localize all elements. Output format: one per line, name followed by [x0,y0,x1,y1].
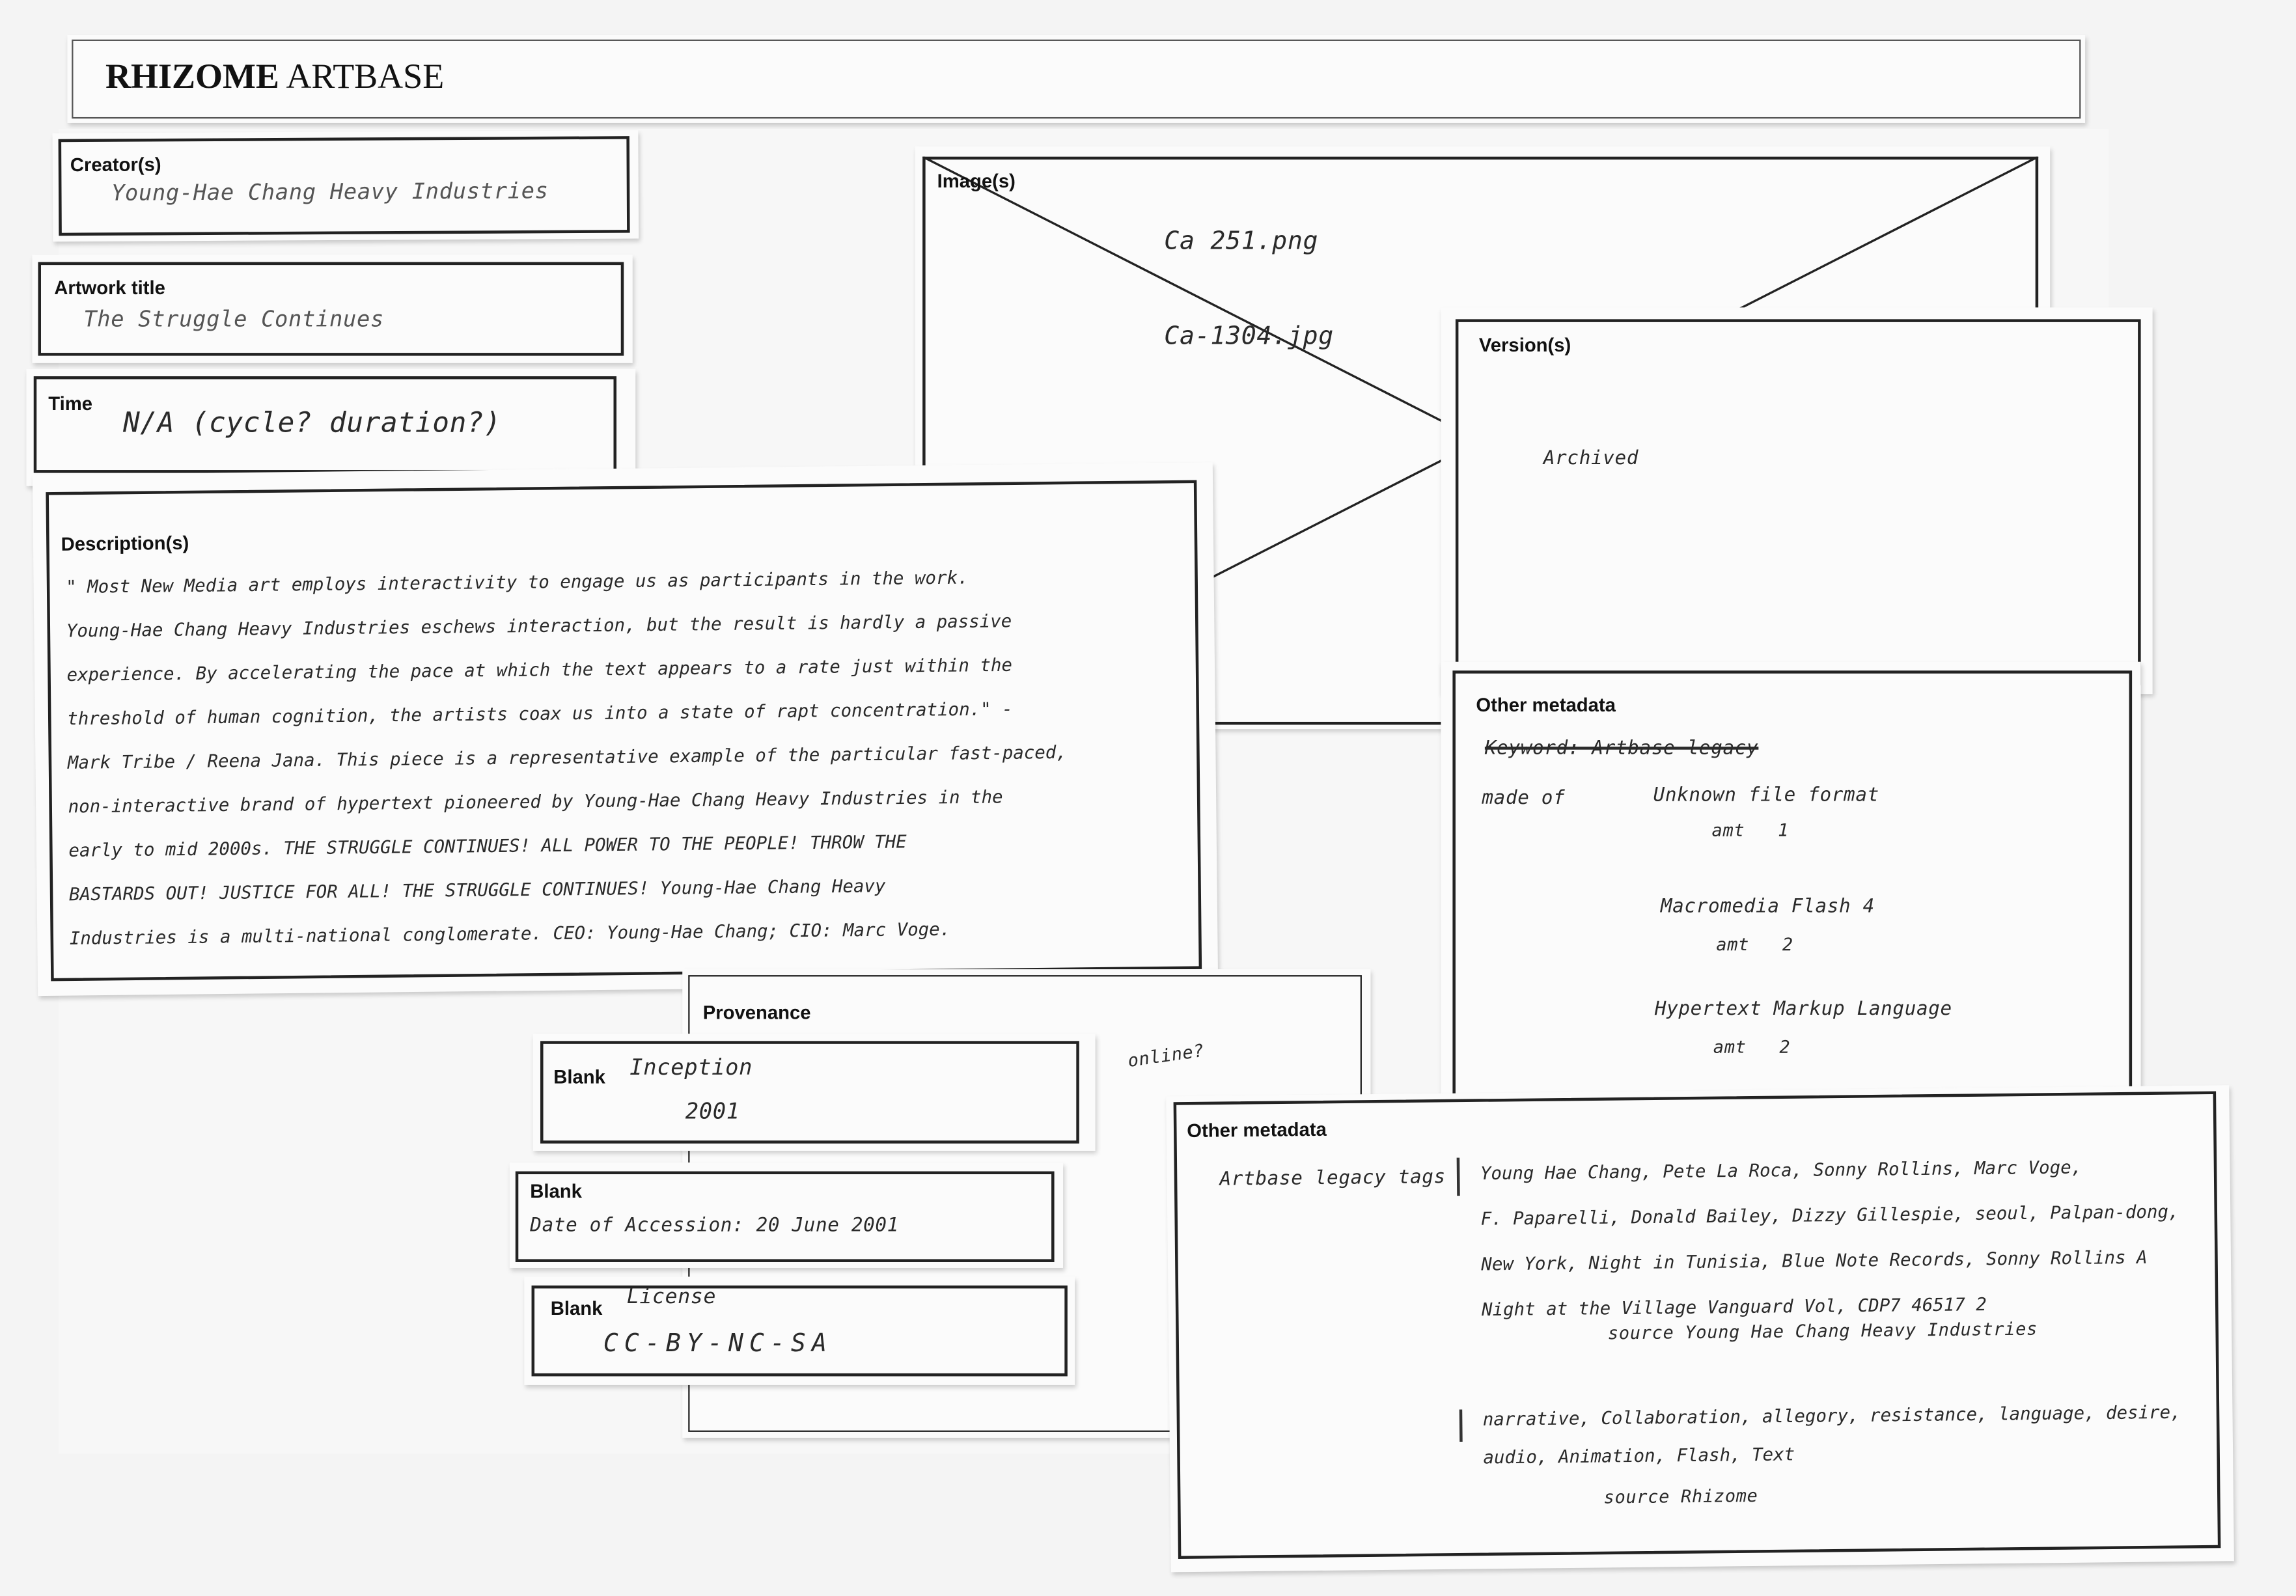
format-amount: amt 2 [1716,934,1793,955]
artwork-title-label: Artwork title [54,277,165,299]
description-label: Description(s) [61,531,189,555]
time-value[interactable]: N/A (cycle? duration?) [123,407,501,439]
made-of-label: made of [1482,788,1566,810]
blank-value[interactable]: CC-BY-NC-SA [603,1329,833,1358]
versions-card: Version(s) Archived [1441,307,2153,695]
blank-value[interactable]: License [627,1286,716,1309]
tag-line: Young Hae Chang, Pete La Roca, Sonny Rol… [1480,1157,2082,1184]
tag-line: F. Paparelli, Donald Bailey, Dizzy Gille… [1480,1201,2179,1230]
tags-source: source Rhizome [1603,1485,1758,1508]
tags-divider [1459,1409,1462,1442]
format-name[interactable]: Unknown file format [1653,785,1879,807]
format-amount: amt 2 [1713,1036,1791,1058]
creator-card: Creator(s) Young-Hae Chang Heavy Industr… [52,130,639,242]
site-title-rest: ARTBASE [279,58,445,97]
versions-label: Version(s) [1478,333,1571,356]
other-metadata-label: Other metadata [1187,1118,1327,1142]
crossed-out-text: Keyword: Artbase legacy [1484,737,1759,760]
time-label: Time [48,392,92,415]
format-name[interactable]: Hypertext Markup Language [1655,998,1952,1021]
time-card: Time N/A (cycle? duration?) [26,368,636,486]
artwork-title-card: Artwork title The Struggle Continues [32,255,633,363]
blank-value[interactable]: Date of Accession: 20 June 2001 [530,1215,899,1237]
tag-line: narrative, Collaboration, allegory, resi… [1482,1401,2181,1430]
format-amount: amt 1 [1711,819,1790,841]
description-text[interactable]: " Most New Media art employs interactivi… [66,555,1069,960]
other-metadata-label: Other metadata [1476,694,1616,716]
creator-value[interactable]: Young-Hae Chang Heavy Industries [111,178,549,206]
tags-divider [1456,1157,1459,1196]
versions-value[interactable]: Archived [1543,448,1639,470]
tag-line: New York, Night in Tunisia, Blue Note Re… [1481,1247,2148,1275]
blank-card-inception: Blank Inception 2001 [533,1034,1096,1151]
header-bar: RHIZOME ARTBASE [67,34,2086,123]
creator-label: Creator(s) [70,153,161,176]
tags-2[interactable]: narrative, Collaboration, allegory, resi… [1483,1393,2182,1476]
format-name[interactable]: Macromedia Flash 4 [1661,896,1875,918]
blank-label: Blank [530,1180,582,1202]
tags-label: Artbase legacy tags [1219,1166,1446,1191]
provenance-label: Provenance [702,1001,811,1024]
blank-value[interactable]: 2001 [685,1098,740,1124]
image-file[interactable]: Ca 251.png [1164,227,1318,256]
paper-prototype-board: RHIZOME ARTBASE Image(s) Ca 251.png Ca-1… [0,0,2296,1596]
other-metadata-card-2: Other metadata Artbase legacy tags Young… [1166,1085,2234,1573]
artwork-title-value[interactable]: The Struggle Continues [83,306,384,332]
images-label: Image(s) [937,169,1016,192]
legacy-tags[interactable]: Young Hae Chang, Pete La Roca, Sonny Rol… [1480,1144,2181,1333]
blank-label: Blank [550,1297,603,1319]
blank-card-license: Blank License CC-BY-NC-SA [524,1276,1075,1385]
blank-card-accession: Blank Date of Accession: 20 June 2001 [509,1163,1064,1268]
blank-value[interactable]: Inception [629,1054,753,1080]
tag-line: audio, Animation, Flash, Text [1483,1444,1795,1468]
site-title[interactable]: RHIZOME ARTBASE [105,59,444,98]
blank-label: Blank [553,1066,605,1088]
description-card: Description(s) " Most New Media art empl… [32,462,1219,997]
other-metadata-card-1: Other metadata Keyword: Artbase legacy m… [1441,661,2141,1140]
site-title-bold: RHIZOME [105,58,279,97]
image-file[interactable]: Ca-1304.jpg [1164,322,1334,351]
